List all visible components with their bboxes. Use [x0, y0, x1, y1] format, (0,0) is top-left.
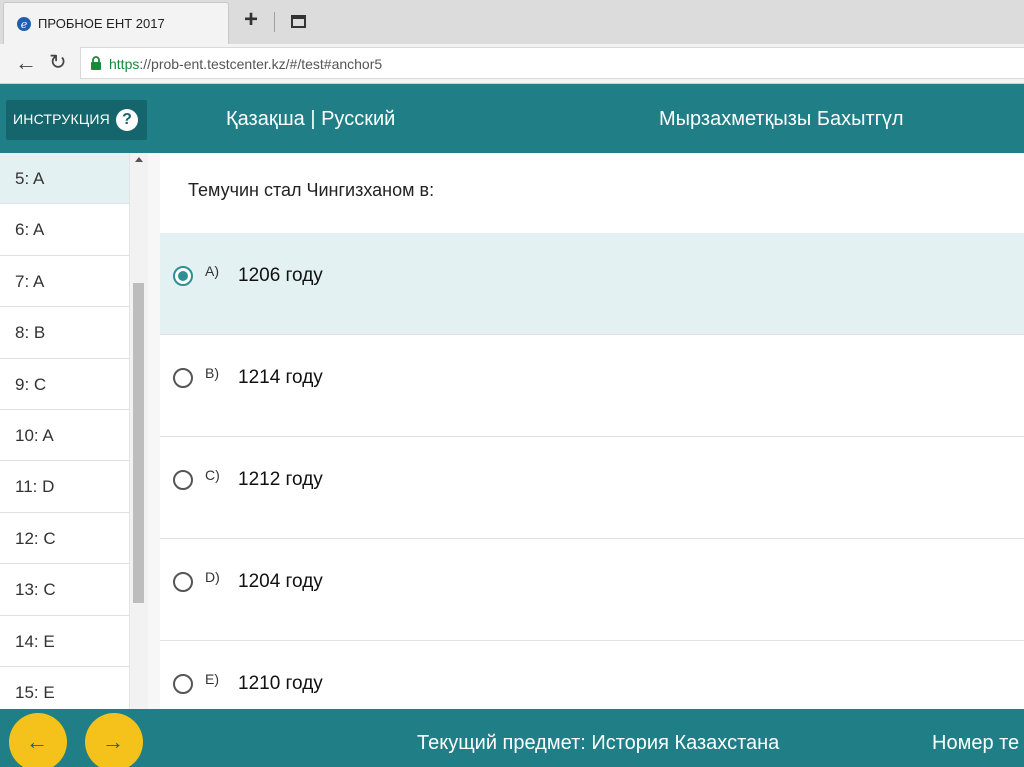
tab-title: ПРОБНОЕ ЕНТ 2017	[38, 16, 165, 31]
answer-option-a[interactable]: A) 1206 году	[160, 233, 1024, 335]
radio-button[interactable]	[173, 572, 193, 592]
url-field[interactable]: https://prob-ent.testcenter.kz/#/test#an…	[80, 47, 1024, 79]
arrow-left-icon: ←	[26, 729, 48, 754]
reload-icon[interactable]: ↻	[49, 50, 67, 76]
option-text: 1210 году	[238, 673, 323, 694]
question-text: Темучин стал Чингизханом в:	[188, 180, 435, 200]
radio-button[interactable]	[173, 368, 193, 388]
svg-text:e: e	[21, 18, 28, 31]
sidebar-item-question[interactable]: 12: C	[0, 513, 129, 565]
option-letter: B)	[205, 365, 219, 381]
sidebar-item-question[interactable]: 6: A	[0, 204, 129, 256]
url-scheme: https	[109, 56, 140, 72]
next-question-button[interactable]: →	[85, 713, 143, 767]
language-switcher: Қазақша | Русский	[226, 108, 395, 131]
radio-button[interactable]	[173, 470, 193, 490]
url-path: ://prob-ent.testcenter.kz/#/test#anchor5	[139, 56, 383, 72]
sidebar-item-question[interactable]: 13: C	[0, 564, 129, 616]
new-tab-icon[interactable]: +	[244, 8, 258, 32]
question-number-label: Номер те	[932, 732, 1020, 754]
browser-tab-bar: e ПРОБНОЕ ЕНТ 2017 +	[0, 0, 1024, 44]
prev-question-button[interactable]: ←	[9, 713, 67, 767]
app-header: ИНСТРУКЦИЯ ? Қазақша | Русский Мырзахмет…	[0, 84, 1024, 153]
ie-favicon-icon: e	[17, 17, 31, 31]
footer-bar: ← → Текущий предмет: История Казахстана …	[0, 709, 1024, 767]
current-subject: Текущий предмет: История Казахстана	[417, 732, 780, 754]
sidebar-scrollbar[interactable]	[130, 153, 148, 709]
lang-russian-link[interactable]: Русский	[321, 108, 395, 130]
sidebar-item-question[interactable]: 15: E	[0, 667, 129, 709]
content-gutter	[148, 153, 160, 709]
option-letter: D)	[205, 569, 220, 585]
instruction-label: ИНСТРУКЦИЯ	[13, 111, 110, 127]
sidebar-item-question[interactable]: 9: C	[0, 359, 129, 410]
option-letter: A)	[205, 263, 219, 279]
answer-option-d[interactable]: D) 1204 году	[160, 539, 1024, 641]
lang-separator: |	[310, 108, 316, 130]
back-arrow-icon[interactable]: ←	[15, 50, 37, 76]
user-name: Мырзахметқызы Бахытгүл	[659, 108, 904, 130]
question-list-sidebar: 5: A 6: A 7: A 8: B 9: C 10: A 11: D 12:…	[0, 153, 130, 709]
sidebar-item-question[interactable]: 7: A	[0, 256, 129, 308]
answer-option-e[interactable]: E) 1210 году	[160, 641, 1024, 709]
instruction-button[interactable]: ИНСТРУКЦИЯ ?	[6, 100, 147, 140]
sidebar-item-question[interactable]: 8: B	[0, 307, 129, 359]
option-letter: E)	[205, 671, 219, 687]
lang-kazakh-link[interactable]: Қазақша	[226, 108, 305, 130]
arrow-right-icon: →	[102, 729, 124, 754]
scroll-thumb[interactable]	[133, 283, 144, 603]
sidebar-item-question[interactable]: 14: E	[0, 616, 129, 667]
url-text: https://prob-ent.testcenter.kz/#/test#an…	[109, 56, 382, 72]
sidebar-item-question[interactable]: 11: D	[0, 461, 129, 513]
browser-tab[interactable]: e ПРОБНОЕ ЕНТ 2017	[3, 2, 229, 44]
option-text: 1212 году	[238, 469, 323, 490]
option-text: 1214 году	[238, 367, 323, 388]
sidebar-item-question[interactable]: 5: A	[0, 153, 129, 205]
radio-button[interactable]	[173, 266, 193, 286]
answer-option-b[interactable]: B) 1214 году	[160, 335, 1024, 437]
option-text: 1206 году	[238, 265, 323, 286]
scroll-up-arrow-icon[interactable]	[135, 157, 143, 162]
sidebar-item-question[interactable]: 10: A	[0, 410, 129, 462]
tab-overview-icon[interactable]	[291, 15, 306, 28]
lock-icon	[91, 56, 101, 70]
answer-option-c[interactable]: C) 1212 году	[160, 437, 1024, 539]
browser-address-bar: ← ↻ https://prob-ent.testcenter.kz/#/tes…	[0, 44, 1024, 84]
radio-selected-dot	[178, 271, 188, 281]
tab-divider	[274, 12, 275, 32]
option-text: 1204 году	[238, 571, 323, 592]
radio-button[interactable]	[173, 674, 193, 694]
option-letter: C)	[205, 467, 220, 483]
help-question-icon: ?	[116, 109, 138, 131]
